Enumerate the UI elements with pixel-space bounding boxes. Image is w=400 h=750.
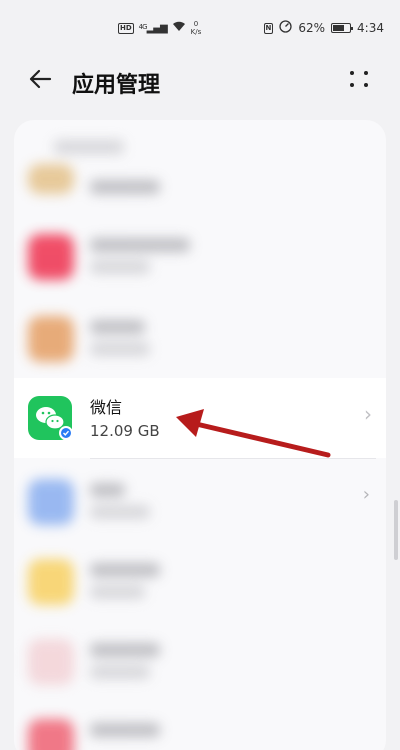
- list-item[interactable]: [14, 545, 386, 625]
- list-item[interactable]: [14, 625, 386, 705]
- list-item[interactable]: [14, 220, 386, 300]
- scrollbar[interactable]: [394, 500, 398, 560]
- list-item[interactable]: [14, 465, 386, 545]
- clock-speed-icon: [279, 20, 293, 36]
- speed-value: 0: [193, 20, 199, 28]
- nfc-icon: N: [263, 22, 274, 34]
- hd-indicator: HD: [118, 22, 134, 34]
- back-arrow-icon[interactable]: [26, 65, 54, 93]
- page-title: 应用管理: [72, 73, 161, 98]
- status-left: HD 4G▂▄▆ 0 K/s: [118, 20, 201, 36]
- status-right: N 62% 4:34: [263, 20, 384, 36]
- status-bar: HD 4G▂▄▆ 0 K/s N 62% 4:34: [0, 0, 400, 50]
- clock-time: 4:34: [357, 21, 384, 35]
- wifi-icon: [172, 21, 186, 35]
- app-storage-size: 12.09 GB: [90, 422, 160, 440]
- list-item[interactable]: [14, 302, 386, 382]
- battery-icon: [331, 23, 354, 33]
- signal-icon: 4G▂▄▆: [138, 22, 168, 34]
- list-item[interactable]: [14, 705, 386, 750]
- app-name: 微信: [90, 398, 123, 417]
- annotation-arrow-icon: [176, 409, 331, 458]
- chevron-right-icon: ›: [362, 484, 370, 505]
- more-options-icon[interactable]: [348, 67, 372, 91]
- verified-badge-icon: [59, 426, 73, 440]
- speed-unit: K/s: [190, 28, 202, 36]
- network-speed: 0 K/s: [191, 20, 202, 36]
- app-header: 应用管理: [0, 55, 400, 105]
- chevron-right-icon: ›: [364, 402, 372, 426]
- network-type: 4G: [138, 22, 148, 31]
- battery-percent: 62%: [298, 21, 326, 35]
